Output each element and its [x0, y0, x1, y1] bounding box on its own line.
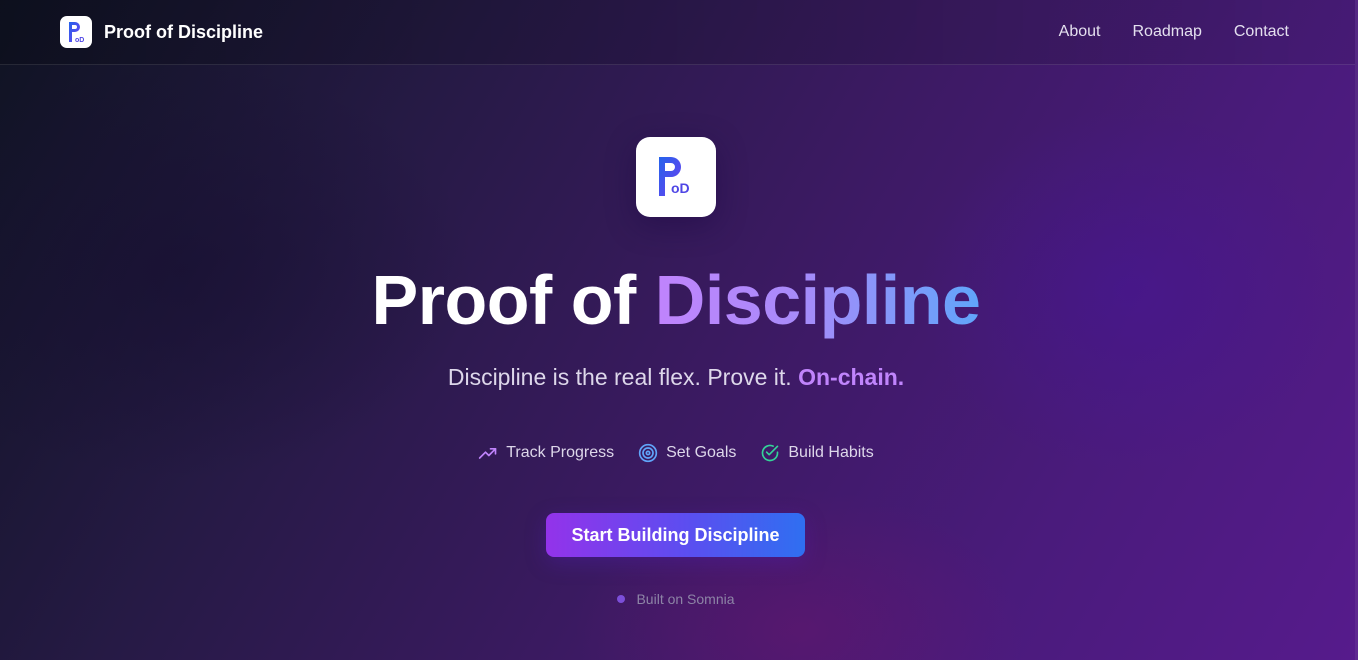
pod-logo-icon: oD — [60, 16, 92, 48]
built-on-note: Built on Somnia — [0, 590, 1352, 608]
nav-menu: About Roadmap Contact — [1059, 0, 1289, 64]
feature-label: Build Habits — [788, 444, 874, 461]
pod-logo-icon: oD — [659, 157, 690, 196]
hero-logo: oD — [636, 137, 716, 217]
nav-link-contact[interactable]: Contact — [1234, 23, 1289, 41]
feature-set-goals: Set Goals — [638, 443, 736, 463]
feature-label: Set Goals — [666, 444, 737, 461]
start-building-discipline-button[interactable]: Start Building Discipline — [546, 513, 805, 557]
hero-title: Proof of Discipline — [0, 258, 1352, 342]
feature-build-habits: Build Habits — [760, 443, 874, 463]
tagline-main: Discipline is the real flex. Prove it. — [447, 364, 799, 390]
tagline-accent: On-chain. — [798, 364, 905, 390]
brand-home-link[interactable]: oD Proof of Discipline — [60, 16, 263, 48]
hero-tagline: Discipline is the real flex. Prove it. O… — [0, 362, 1352, 392]
status-dot-icon — [617, 595, 626, 603]
hero-title-main: Proof of — [371, 261, 655, 339]
feature-label: Track Progress — [506, 444, 615, 461]
nav-link-roadmap[interactable]: Roadmap — [1132, 23, 1201, 41]
brand-name: Proof of Discipline — [104, 21, 264, 42]
target-icon — [638, 443, 658, 463]
feature-list: Track Progress Set Goals Build Habits — [0, 440, 1352, 466]
svg-text:oD: oD — [671, 180, 690, 196]
check-circle-icon — [762, 444, 779, 462]
feature-track-progress: Track Progress — [478, 443, 614, 463]
built-on-label: Built on Somnia — [636, 591, 735, 607]
svg-text:oD: oD — [75, 37, 84, 43]
nav-link-about[interactable]: About — [1059, 23, 1101, 41]
trending-up-icon — [479, 448, 497, 459]
hero-title-accent: Discipline — [654, 261, 981, 339]
top-navbar: oD Proof of Discipline About Roadmap Con… — [0, 0, 1355, 65]
